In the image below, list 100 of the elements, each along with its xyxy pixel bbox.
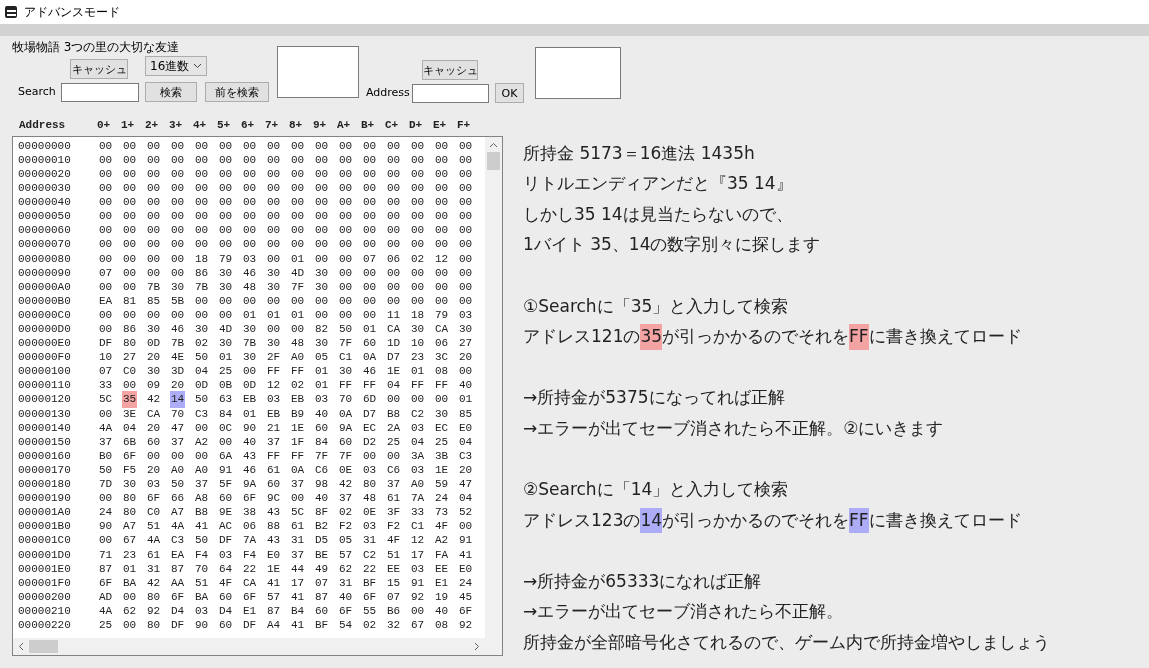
byte-cell-text: 01 <box>410 364 426 380</box>
byte-cell-text: FA <box>434 547 450 563</box>
address-cell-text: 000000B0 <box>18 293 72 309</box>
byte-cell-text: 24 <box>458 575 474 591</box>
byte-cell-text: 31 <box>146 561 162 577</box>
cache-button[interactable]: キャッシュ <box>422 60 478 80</box>
byte-cell-text: 07 <box>386 589 402 605</box>
address-field[interactable] <box>412 83 489 103</box>
byte-cell-text: F2 <box>386 519 402 535</box>
byte-cell-text: 00 <box>386 293 402 309</box>
byte-cell-text: 6D <box>362 392 378 408</box>
byte-cell-text: 60 <box>314 420 330 436</box>
byte-cell-text: 37 <box>290 547 306 563</box>
byte-cell-text: 84 <box>218 406 234 422</box>
byte-cell-text: 00 <box>314 307 330 323</box>
byte-cell-text: EB <box>266 406 282 422</box>
game-title: 牧場物語 3つの里の大切な友達 <box>12 39 181 55</box>
byte-cell-text: 03 <box>146 477 162 493</box>
byte-cell-text: 01 <box>314 364 330 380</box>
byte-cell-text: D7 <box>386 350 402 366</box>
byte-cell-text: 07 <box>362 251 378 267</box>
byte-cell-text: 67 <box>410 618 426 633</box>
byte-cell-text: 5F <box>218 477 234 493</box>
search-field[interactable] <box>61 82 139 102</box>
byte-cell-text: 00 <box>338 195 354 211</box>
byte-cell-text: 01 <box>266 307 282 323</box>
search-previous-button[interactable]: 前を検索 <box>205 82 269 102</box>
vertical-scrollbar[interactable] <box>485 137 502 638</box>
byte-cell-text: 41 <box>290 589 306 605</box>
byte-cell-text: 00 <box>122 195 138 211</box>
byte-cell-text: 1E <box>386 364 402 380</box>
byte-cell-text: 17 <box>290 575 306 591</box>
byte-cell-text: FF <box>290 448 306 464</box>
byte-cell-text: 03 <box>410 561 426 577</box>
byte-cell-text: B4 <box>290 603 306 619</box>
horizontal-scrollbar[interactable] <box>13 638 502 655</box>
byte-cell-text: 0E <box>338 462 354 478</box>
byte-cell-text: 00 <box>266 181 282 197</box>
byte-cell-text: 25 <box>98 618 114 633</box>
byte-cell-text: 0B <box>218 378 234 394</box>
byte-cell-text: 00 <box>218 307 234 323</box>
byte-cell-text: 03 <box>362 462 378 478</box>
note-line: リトルエンディアンだと『35 14』 <box>523 172 794 196</box>
byte-cell-text: 00 <box>170 209 186 225</box>
byte-cell-text: 00 <box>434 195 450 211</box>
byte-cell-text: D5 <box>314 533 330 549</box>
search-button[interactable]: 検索 <box>145 82 197 102</box>
byte-cell-text: 00 <box>218 223 234 239</box>
byte-cell-text: 52 <box>458 505 474 521</box>
byte-cell-text: 59 <box>434 477 450 493</box>
byte-cell-text: 87 <box>314 589 330 605</box>
byte-cell-text: 18 <box>410 307 426 323</box>
byte-cell-text: 5C <box>98 392 114 408</box>
scroll-thumb[interactable] <box>29 640 58 653</box>
byte-cell-text: 00 <box>458 237 474 253</box>
offset-column-header: E+ <box>433 117 448 133</box>
byte-cell-text: 00 <box>362 237 378 253</box>
byte-cell-text: 30 <box>458 322 474 337</box>
byte-cell-text: 24 <box>98 505 114 521</box>
byte-cell-text: 9E <box>218 505 234 521</box>
byte-cell-text: D4 <box>218 603 234 619</box>
offset-column-header: 8+ <box>289 117 304 133</box>
byte-cell-text: CA <box>434 322 450 337</box>
byte-cell-text: 40 <box>314 491 330 507</box>
byte-cell-text: 01 <box>290 307 306 323</box>
byte-cell-text: 00 <box>98 533 114 549</box>
byte-cell-text: A0 <box>290 350 306 366</box>
byte-cell-text: F4 <box>194 547 210 563</box>
cache-button[interactable]: キャッシュ <box>70 59 128 79</box>
byte-cell-text: 64 <box>218 561 234 577</box>
byte-cell-text: 40 <box>242 434 258 450</box>
byte-cell-text: 92 <box>410 589 426 605</box>
scroll-thumb[interactable] <box>487 152 500 170</box>
byte-cell-text: A0 <box>410 477 426 493</box>
byte-cell-text: 00 <box>170 181 186 197</box>
note-line: →エラーが出てセーブ消されたら不正解。 <box>523 600 845 624</box>
radix-dropdown[interactable]: 16進数 <box>145 56 207 76</box>
byte-cell-text: 0D <box>146 336 162 352</box>
ok-button[interactable]: OK <box>495 83 524 103</box>
byte-cell-text: 00 <box>218 138 234 154</box>
byte-cell-text: 60 <box>314 603 330 619</box>
byte-cell-text: 04 <box>386 378 402 394</box>
offset-column-header: 1+ <box>121 117 136 133</box>
address-cell-text: 000001D0 <box>18 547 72 563</box>
byte-cell-text: 6B <box>122 434 138 450</box>
byte-cell: 14 <box>170 391 186 408</box>
byte-cell-text: 82 <box>314 322 330 337</box>
byte-cell-text: 15 <box>386 575 402 591</box>
byte-cell-text: D7 <box>362 406 378 422</box>
byte-cell-text: 00 <box>386 138 402 154</box>
address-cell-text: 00000090 <box>18 265 72 281</box>
byte-cell-text: AD <box>98 589 114 605</box>
byte-cell-text: 00 <box>314 181 330 197</box>
byte-cell-text: 48 <box>362 491 378 507</box>
byte-cell-text: B2 <box>314 519 330 535</box>
byte-cell-text: 00 <box>434 152 450 168</box>
byte-cell-text: FF <box>410 378 426 394</box>
arrow-right-icon <box>474 642 480 651</box>
byte-cell-text: 80 <box>146 618 162 633</box>
byte-cell-text: 46 <box>362 364 378 380</box>
